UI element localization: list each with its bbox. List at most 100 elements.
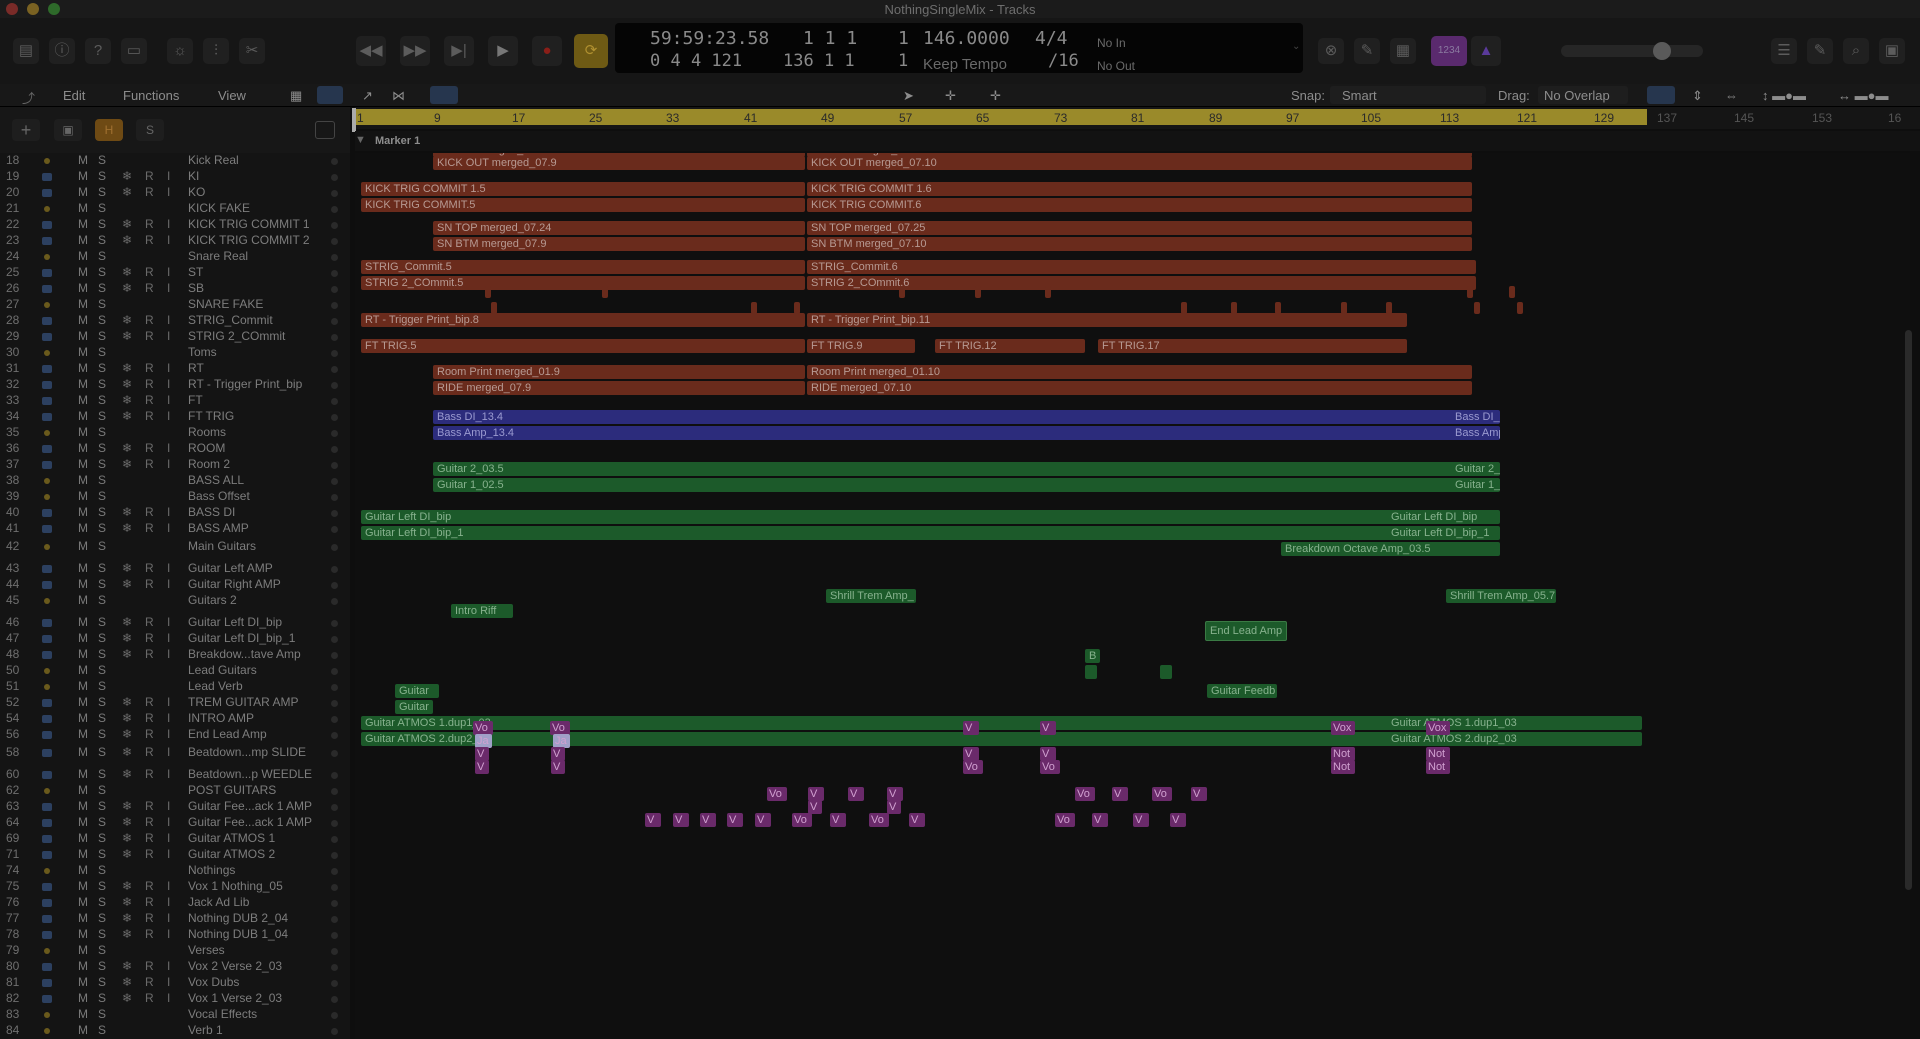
region[interactable]: Room Print merged_01.9 — [433, 365, 805, 379]
trigger-blip[interactable] — [1517, 302, 1523, 314]
volume-knob-icon[interactable] — [331, 350, 338, 357]
vocal-region[interactable]: V — [1191, 787, 1207, 801]
track-row[interactable]: 27 M S SNARE FAKE — [0, 297, 350, 313]
marquee-tool-icon[interactable]: ✛ — [990, 88, 1001, 104]
global-tracks-icon[interactable] — [315, 121, 335, 139]
marker-label[interactable]: Marker 1 — [375, 135, 420, 147]
trigger-blip[interactable] — [1275, 302, 1281, 314]
track-row[interactable]: 64 M S ❄ R I Guitar Fee...ack 1 AMP — [0, 815, 350, 831]
vocal-region[interactable]: Vo — [1075, 787, 1095, 801]
vocal-region[interactable]: Vo — [1055, 813, 1075, 827]
volume-knob-icon[interactable] — [331, 964, 338, 971]
record-enable-button[interactable]: R — [145, 911, 154, 925]
automation-icon[interactable]: ↗ — [362, 88, 373, 104]
volume-knob-icon[interactable] — [331, 716, 338, 723]
input-monitor-button[interactable]: I — [167, 911, 170, 925]
vocal-region[interactable]: V — [830, 813, 846, 827]
region[interactable]: Guitar Left DI_bip Guitar Left DI_bip — [361, 510, 1500, 524]
freeze-icon[interactable]: ❄ — [122, 441, 132, 455]
volume-knob-icon[interactable] — [331, 334, 338, 341]
track-name[interactable]: BASS DI — [188, 505, 338, 519]
volume-knob-icon[interactable] — [331, 932, 338, 939]
snap-select[interactable]: Smart — [1330, 86, 1486, 104]
freeze-icon[interactable]: ❄ — [122, 615, 132, 629]
vocal-region[interactable]: Vo — [869, 813, 889, 827]
mute-button[interactable]: M — [78, 377, 88, 391]
vocal-region[interactable]: V — [645, 813, 661, 827]
waveform-zoom-icon[interactable] — [1647, 86, 1675, 104]
track-name[interactable]: Vox 2 Verse 2_03 — [188, 959, 338, 973]
track-row[interactable]: 47 M S ❄ R I Guitar Left DI_bip_1 — [0, 631, 350, 647]
input-monitor-button[interactable]: I — [167, 329, 170, 343]
record-enable-button[interactable]: R — [145, 711, 154, 725]
freeze-icon[interactable]: ❄ — [122, 313, 132, 327]
volume-knob-icon[interactable] — [331, 430, 338, 437]
freeze-icon[interactable]: ❄ — [122, 895, 132, 909]
input-monitor-button[interactable]: I — [167, 377, 170, 391]
input-monitor-button[interactable]: I — [167, 991, 170, 1005]
mute-button[interactable]: M — [78, 489, 88, 503]
track-row[interactable]: 63 M S ❄ R I Guitar Fee...ack 1 AMP — [0, 799, 350, 815]
volume-knob-icon[interactable] — [331, 1012, 338, 1019]
volume-knob-icon[interactable] — [331, 700, 338, 707]
freeze-icon[interactable]: ❄ — [122, 233, 132, 247]
master-volume-slider[interactable] — [1561, 42, 1703, 60]
freeze-icon[interactable]: ❄ — [122, 879, 132, 893]
mute-button[interactable]: M — [78, 927, 88, 941]
solo-button[interactable]: S — [98, 505, 106, 519]
track-name[interactable]: KICK FAKE — [188, 201, 338, 215]
volume-knob-icon[interactable] — [331, 684, 338, 691]
record-enable-button[interactable]: R — [145, 441, 154, 455]
volume-knob-icon[interactable] — [331, 750, 338, 757]
mute-button[interactable]: M — [78, 313, 88, 327]
track-height-slider[interactable]: ↕ ▬●▬ — [1762, 88, 1806, 103]
duplicate-track-icon[interactable]: ▣ — [54, 119, 82, 141]
input-monitor-button[interactable]: I — [167, 233, 170, 247]
record-enable-button[interactable]: R — [145, 505, 154, 519]
track-row[interactable]: 19 M S ❄ R I KI — [0, 169, 350, 185]
track-name[interactable]: Jack Ad Lib — [188, 895, 338, 909]
region[interactable]: Breakdown Octave Amp_03.5 — [1281, 542, 1500, 556]
mute-button[interactable]: M — [78, 441, 88, 455]
track-row[interactable]: 51 M S Lead Verb — [0, 679, 350, 695]
region[interactable]: End Lead Amp — [1205, 621, 1287, 641]
vocal-region[interactable]: V — [673, 813, 689, 827]
list-editors-icon[interactable]: ⊗ — [1318, 38, 1344, 64]
trigger-blip[interactable] — [602, 286, 608, 298]
region[interactable]: SN BTM merged_07.10 — [807, 237, 1472, 251]
mixer-icon[interactable]: ⫶ — [203, 38, 229, 64]
freeze-icon[interactable]: ❄ — [122, 265, 132, 279]
mute-button[interactable]: M — [78, 727, 88, 741]
mute-button[interactable]: M — [78, 745, 88, 759]
volume-knob-icon[interactable] — [331, 772, 338, 779]
vocal-region[interactable]: Vo — [1040, 760, 1060, 774]
mute-button[interactable]: M — [78, 1007, 88, 1021]
track-row[interactable]: 77 M S ❄ R I Nothing DUB 2_04 — [0, 911, 350, 927]
volume-knob-icon[interactable] — [331, 510, 338, 517]
vocal-region[interactable]: V — [848, 787, 864, 801]
drag-select[interactable]: No Overlap — [1538, 86, 1628, 104]
region[interactable]: RT - Trigger Print_bip.8 — [361, 313, 805, 327]
vocal-region[interactable]: V — [909, 813, 925, 827]
track-name[interactable]: Vox 1 Verse 2_03 — [188, 991, 338, 1005]
record-enable-button[interactable]: R — [145, 409, 154, 423]
solo-global-button[interactable]: S — [136, 119, 164, 141]
freeze-icon[interactable]: ❄ — [122, 505, 132, 519]
vocal-region[interactable]: Vo — [1152, 787, 1172, 801]
mute-button[interactable]: M — [78, 345, 88, 359]
volume-knob-icon[interactable] — [331, 668, 338, 675]
back-icon[interactable]: ⤴ — [22, 88, 35, 107]
trigger-blip[interactable] — [485, 286, 491, 298]
track-row[interactable]: 71 M S ❄ R I Guitar ATMOS 2 — [0, 847, 350, 863]
record-enable-button[interactable]: R — [145, 815, 154, 829]
input-monitor-button[interactable]: I — [167, 521, 170, 535]
vocal-region[interactable]: Vo — [792, 813, 812, 827]
solo-button[interactable]: S — [98, 745, 106, 759]
track-name[interactable]: KI — [188, 169, 338, 183]
region[interactable]: Bass DI_13.4 Bass DI_13.4 — [433, 410, 1500, 424]
track-name[interactable]: Room 2 — [188, 457, 338, 471]
vocal-region[interactable]: V — [551, 747, 565, 761]
grid-view-icon[interactable]: ▦ — [290, 88, 302, 104]
solo-button[interactable]: S — [98, 473, 106, 487]
functions-menu[interactable]: Functions — [123, 88, 179, 103]
